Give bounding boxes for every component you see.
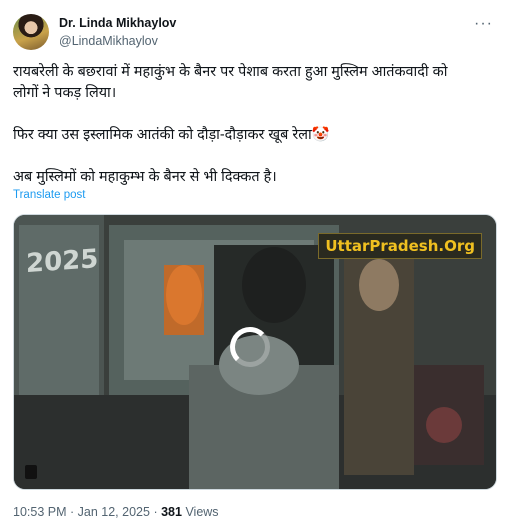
tweet-line: लोगों ने पकड़ लिया। xyxy=(13,85,117,101)
handle[interactable]: @LindaMikhaylov xyxy=(59,33,176,49)
tweet-meta: 10:53 PM · Jan 12, 2025 · 381 Views xyxy=(13,505,219,519)
views-count: 381 xyxy=(161,505,182,519)
meta-separator: · xyxy=(153,505,158,519)
avatar[interactable] xyxy=(13,14,49,50)
tweet-line: अब मुस्लिमों को महाकुम्भ के बैनर से भी द… xyxy=(13,169,277,185)
display-name[interactable]: Dr. Linda Mikhaylov xyxy=(59,16,176,31)
author-block[interactable]: Dr. Linda Mikhaylov @LindaMikhaylov xyxy=(59,16,176,49)
views-label: Views xyxy=(185,505,219,519)
tweet-header: Dr. Linda Mikhaylov @LindaMikhaylov ··· xyxy=(13,14,495,54)
tweet-text: रायबरेली के बछरावां में महाकुंभ के बैनर … xyxy=(13,62,498,188)
post-date[interactable]: Jan 12, 2025 xyxy=(78,505,150,519)
post-time[interactable]: 10:53 PM xyxy=(13,505,67,519)
banner-text: 2025 xyxy=(26,244,98,279)
tweet-line: रायबरेली के बछरावां में महाकुंभ के बैनर … xyxy=(13,64,448,80)
tweet-line: फिर क्या उस इस्लामिक आतंकी को दौड़ा-दौड़… xyxy=(13,127,330,143)
media-control-icon[interactable] xyxy=(25,465,37,479)
meta-separator: · xyxy=(70,505,75,519)
video-player[interactable]: 2025 UttarPradesh.Org xyxy=(13,214,497,490)
translate-post-link[interactable]: Translate post xyxy=(13,189,85,201)
watermark: UttarPradesh.Org xyxy=(318,233,482,259)
loading-spinner-icon xyxy=(230,327,270,367)
more-icon[interactable]: ··· xyxy=(474,16,493,32)
